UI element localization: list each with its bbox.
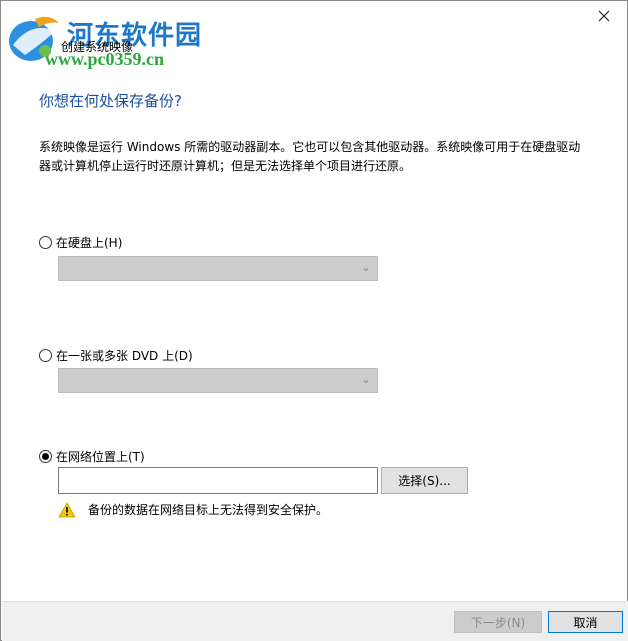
network-label: 在网络位置上(T) [56,450,145,464]
hard-disk-radio[interactable] [39,236,52,249]
footer-bar: 下一步(N) 取消 [2,601,628,641]
chevron-down-icon: ⌄ [360,260,371,274]
next-button[interactable]: 下一步(N) [454,611,542,633]
chevron-down-icon: ⌄ [360,372,371,386]
window-title: 创建系统映像 [61,40,134,54]
browse-button[interactable]: 选择(S)... [381,467,468,494]
hard-disk-label: 在硬盘上(H) [56,236,123,250]
warning-row: 备份的数据在网络目标上无法得到安全保护。 [58,501,328,518]
hard-disk-select[interactable]: ⌄ [58,256,378,281]
dvd-radio[interactable] [39,349,52,362]
warning-text: 备份的数据在网络目标上无法得到安全保护。 [88,503,329,517]
description-text: 系统映像是运行 Windows 所需的驱动器副本。它也可以包含其他驱动器。系统映… [39,140,581,173]
dvd-label: 在一张或多张 DVD 上(D) [56,349,193,363]
network-location-input[interactable] [58,467,378,494]
create-system-image-window: 河东软件园 www.pc0359.cn 创建系统映像 你想在何处保存备份? 系统… [0,0,628,641]
page-heading: 你想在何处保存备份? [39,92,182,110]
warning-icon [58,501,76,517]
cancel-button[interactable]: 取消 [548,611,623,633]
option-network[interactable]: 在网络位置上(T) [39,448,145,465]
option-hard-disk[interactable]: 在硬盘上(H) [39,234,122,251]
network-radio[interactable] [39,450,52,463]
dvd-select[interactable]: ⌄ [58,368,378,393]
close-icon [598,10,610,22]
option-dvd[interactable]: 在一张或多张 DVD 上(D) [39,347,193,364]
close-button[interactable] [581,1,627,31]
